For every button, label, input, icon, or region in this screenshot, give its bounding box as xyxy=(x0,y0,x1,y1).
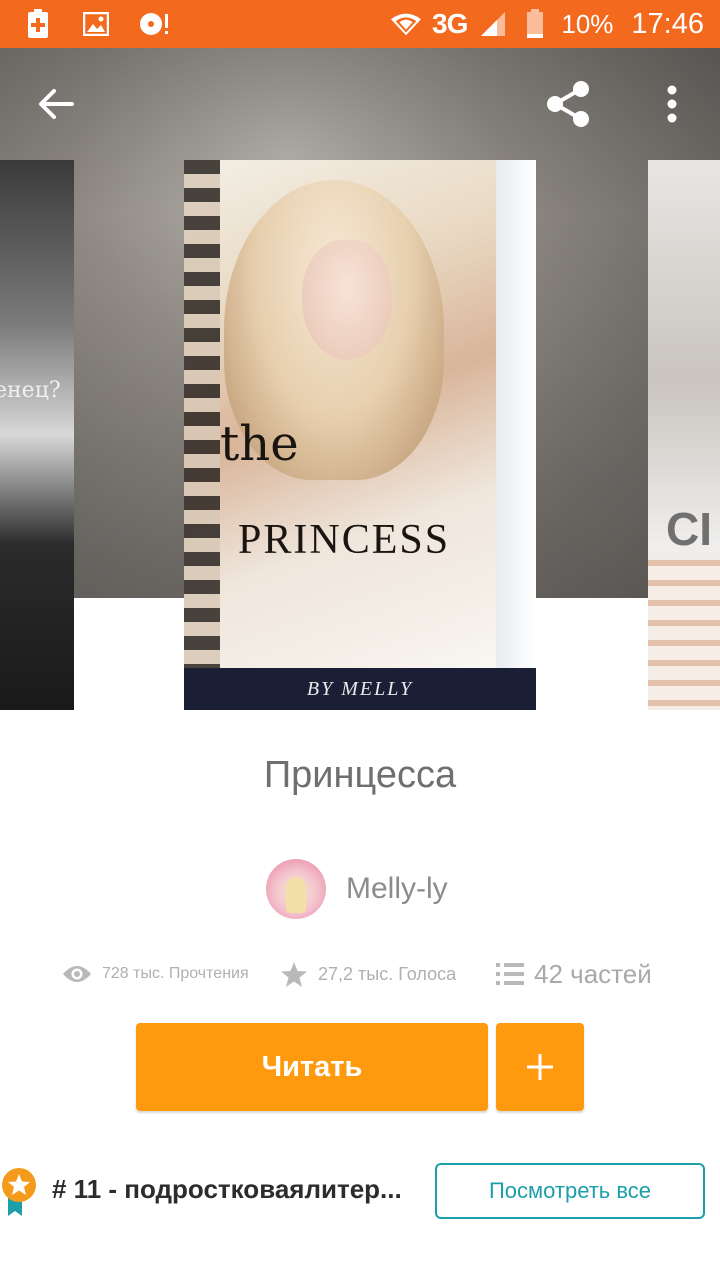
battery-percent: 10% xyxy=(561,8,614,39)
votes-stat: 27,2 тыс. Голоса xyxy=(280,954,456,994)
cover-curtain xyxy=(184,160,220,668)
star-icon xyxy=(281,961,307,987)
cover-author-band: BY MELLY xyxy=(184,668,536,710)
read-button[interactable]: Читать xyxy=(136,1023,488,1111)
previous-cover-text: енец? xyxy=(0,378,61,403)
eye-icon xyxy=(63,966,91,982)
book-title: Принцесса xyxy=(263,754,457,796)
clock: 17:46 xyxy=(631,7,704,40)
cover-title: PRINCESS xyxy=(238,517,451,563)
reads-count: 728 тыс. Прочтения xyxy=(102,965,249,982)
ranking-text[interactable]: # 11 - подростковаялитер... xyxy=(52,1174,422,1205)
arrow-back-icon xyxy=(39,89,74,119)
overflow-menu-button[interactable] xyxy=(640,72,704,136)
votes-count: 27,2 тыс. Голоса xyxy=(318,963,457,984)
list-icon xyxy=(496,963,524,985)
parts-count: 42 частей xyxy=(534,958,652,989)
author-avatar[interactable] xyxy=(266,859,326,919)
status-bar-system: 3G 10% 17:46 xyxy=(390,0,704,48)
battery-icon xyxy=(519,8,551,40)
plus-icon xyxy=(527,1054,553,1080)
cover-author: BY MELLY xyxy=(306,677,414,700)
next-book-cover[interactable]: CI xyxy=(648,160,720,710)
avatar-figure xyxy=(286,877,306,913)
book-stats: 728 тыс. Прочтения 27,2 тыс. Голоса 42 ч… xyxy=(0,954,720,994)
share-icon xyxy=(547,81,589,127)
network-type: 3G xyxy=(432,8,468,39)
disc-alert-notification-icon xyxy=(138,8,170,40)
see-all-button[interactable]: Посмотреть все xyxy=(435,1163,705,1219)
signal-icon xyxy=(477,8,509,40)
cover-portrait-face xyxy=(302,240,392,360)
add-to-library-button[interactable] xyxy=(496,1023,584,1111)
reads-stat: 728 тыс. Прочтения xyxy=(62,954,249,994)
cover-window xyxy=(496,160,536,668)
next-cover-text: CI xyxy=(666,503,712,555)
more-vertical-icon xyxy=(667,85,677,123)
wifi-icon xyxy=(390,8,422,40)
book-cover[interactable]: the PRINCESS BY MELLY xyxy=(184,160,536,710)
image-notification-icon xyxy=(80,8,112,40)
status-bar: 3G 10% 17:46 xyxy=(0,0,720,48)
share-button[interactable] xyxy=(536,72,600,136)
rank-badge-icon xyxy=(2,1168,36,1216)
previous-book-cover[interactable]: енец? xyxy=(0,160,74,710)
next-cover-stripes xyxy=(648,560,720,710)
status-bar-notifications xyxy=(22,8,170,40)
back-button[interactable] xyxy=(24,72,88,136)
author-name[interactable]: Melly-ly xyxy=(346,872,448,906)
parts-stat: 42 частей xyxy=(496,954,652,994)
battery-charging-notification-icon xyxy=(22,8,54,40)
cover-title-the: the xyxy=(220,416,299,472)
author-link[interactable]: Melly-ly xyxy=(266,858,448,920)
